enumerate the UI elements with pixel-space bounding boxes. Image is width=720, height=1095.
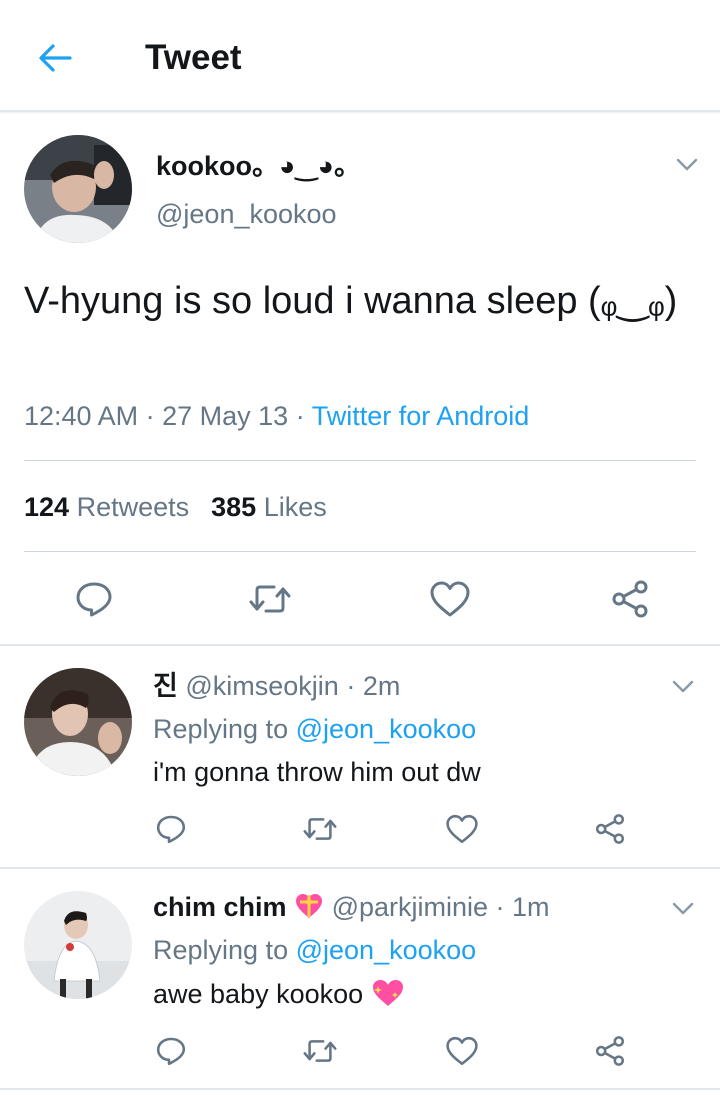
reply-text: awe baby kookoo — [153, 979, 364, 1009]
page-title: Tweet — [145, 38, 242, 77]
retweet-button[interactable] — [300, 1031, 340, 1071]
tweet-action-bar — [0, 575, 720, 623]
author-avatar[interactable] — [24, 135, 132, 243]
retweet-button[interactable] — [246, 575, 294, 623]
likes-stat[interactable]: 385 Likes — [211, 492, 327, 522]
like-button[interactable] — [442, 809, 482, 849]
like-icon — [446, 814, 478, 844]
section-separator — [0, 644, 720, 646]
retweet-icon — [303, 818, 337, 840]
meta-dot: · — [145, 401, 163, 431]
replying-to: Replying to @jeon_kookoo — [153, 711, 476, 747]
tweet-text: V-hyung is so loud i wanna sleep (ᵩ‿ᵩ) — [24, 280, 678, 322]
share-icon — [595, 814, 625, 844]
divider — [24, 460, 696, 461]
share-button[interactable] — [590, 809, 630, 849]
retweets-count: 124 — [24, 492, 70, 522]
meta-dot: · — [295, 401, 312, 431]
reply-options-button[interactable] — [668, 675, 698, 699]
share-button[interactable] — [606, 575, 654, 623]
meta-dot: · — [488, 892, 513, 922]
reply-button[interactable] — [151, 1031, 191, 1071]
reply-handle[interactable]: @parkjiminie — [332, 892, 488, 922]
reply-header: chim chim @parkjiminie · 1m — [153, 889, 550, 929]
reply-button[interactable] — [70, 575, 118, 623]
reply-avatar[interactable] — [24, 668, 132, 776]
reply-text: i'm gonna throw him out dw — [153, 757, 481, 787]
reply-action-bar — [0, 809, 720, 849]
like-button[interactable] — [426, 575, 474, 623]
reply-display-name[interactable]: 진 — [153, 671, 178, 701]
divider — [24, 551, 696, 552]
chevron-down-icon — [676, 158, 698, 171]
like-icon — [446, 1036, 478, 1066]
author-handle[interactable]: @jeon_kookoo — [156, 196, 337, 232]
replying-to-mention[interactable]: @jeon_kookoo — [296, 714, 477, 744]
reply-icon — [76, 582, 112, 617]
like-button[interactable] — [442, 1031, 482, 1071]
likes-label: Likes — [263, 492, 327, 522]
replying-to-mention[interactable]: @jeon_kookoo — [296, 935, 477, 965]
back-arrow-icon — [39, 44, 72, 72]
top-app-bar: Tweet — [0, 0, 720, 112]
reply-avatar[interactable] — [24, 891, 132, 999]
tweet-meta: 12:40 AM · 27 May 13 · Twitter for Andro… — [24, 398, 529, 434]
heart-ribbon-emoji-icon — [294, 892, 324, 929]
reply-icon — [156, 815, 186, 844]
replying-to-label: Replying to — [153, 935, 289, 965]
retweet-icon — [303, 1040, 337, 1062]
retweets-label: Retweets — [76, 492, 190, 522]
section-separator — [0, 867, 720, 869]
tweet-stats: 124 Retweets 385 Likes — [24, 489, 327, 525]
chevron-down-icon — [672, 680, 694, 693]
meta-dot: · — [338, 671, 363, 701]
reply-header: 진 @kimseokjin · 2m — [153, 668, 400, 704]
share-icon — [595, 1036, 625, 1066]
reply-action-bar — [0, 1031, 720, 1071]
reply-icon — [156, 1037, 186, 1066]
reply-button[interactable] — [151, 809, 191, 849]
share-button[interactable] — [590, 1031, 630, 1071]
retweet-icon — [249, 585, 291, 613]
author-display-name[interactable]: kookoo。◕‿◕。 — [156, 148, 361, 184]
reply-options-button[interactable] — [668, 897, 698, 921]
replying-to-label: Replying to — [153, 714, 289, 744]
retweets-stat[interactable]: 124 Retweets — [24, 492, 189, 522]
back-button[interactable] — [30, 36, 80, 80]
reply-display-name[interactable]: chim chim — [153, 892, 287, 922]
tweet-date: 27 May 13 — [162, 401, 289, 431]
retweet-button[interactable] — [300, 809, 340, 849]
reply-text-line: awe baby kookoo — [153, 976, 405, 1017]
tweet-source-link[interactable]: Twitter for Android — [312, 401, 530, 431]
tweet-options-button[interactable] — [672, 153, 702, 177]
likes-count: 385 — [211, 492, 257, 522]
section-separator — [0, 1088, 720, 1090]
like-icon — [430, 581, 470, 617]
reply-handle[interactable]: @kimseokjin — [185, 671, 338, 701]
sparkling-heart-emoji-icon — [371, 978, 405, 1017]
reply-time: 1m — [512, 892, 550, 922]
chevron-down-icon — [672, 902, 694, 915]
tweet-time: 12:40 AM — [24, 401, 139, 431]
share-icon — [612, 580, 648, 618]
replying-to: Replying to @jeon_kookoo — [153, 932, 476, 968]
reply-time: 2m — [362, 671, 401, 701]
